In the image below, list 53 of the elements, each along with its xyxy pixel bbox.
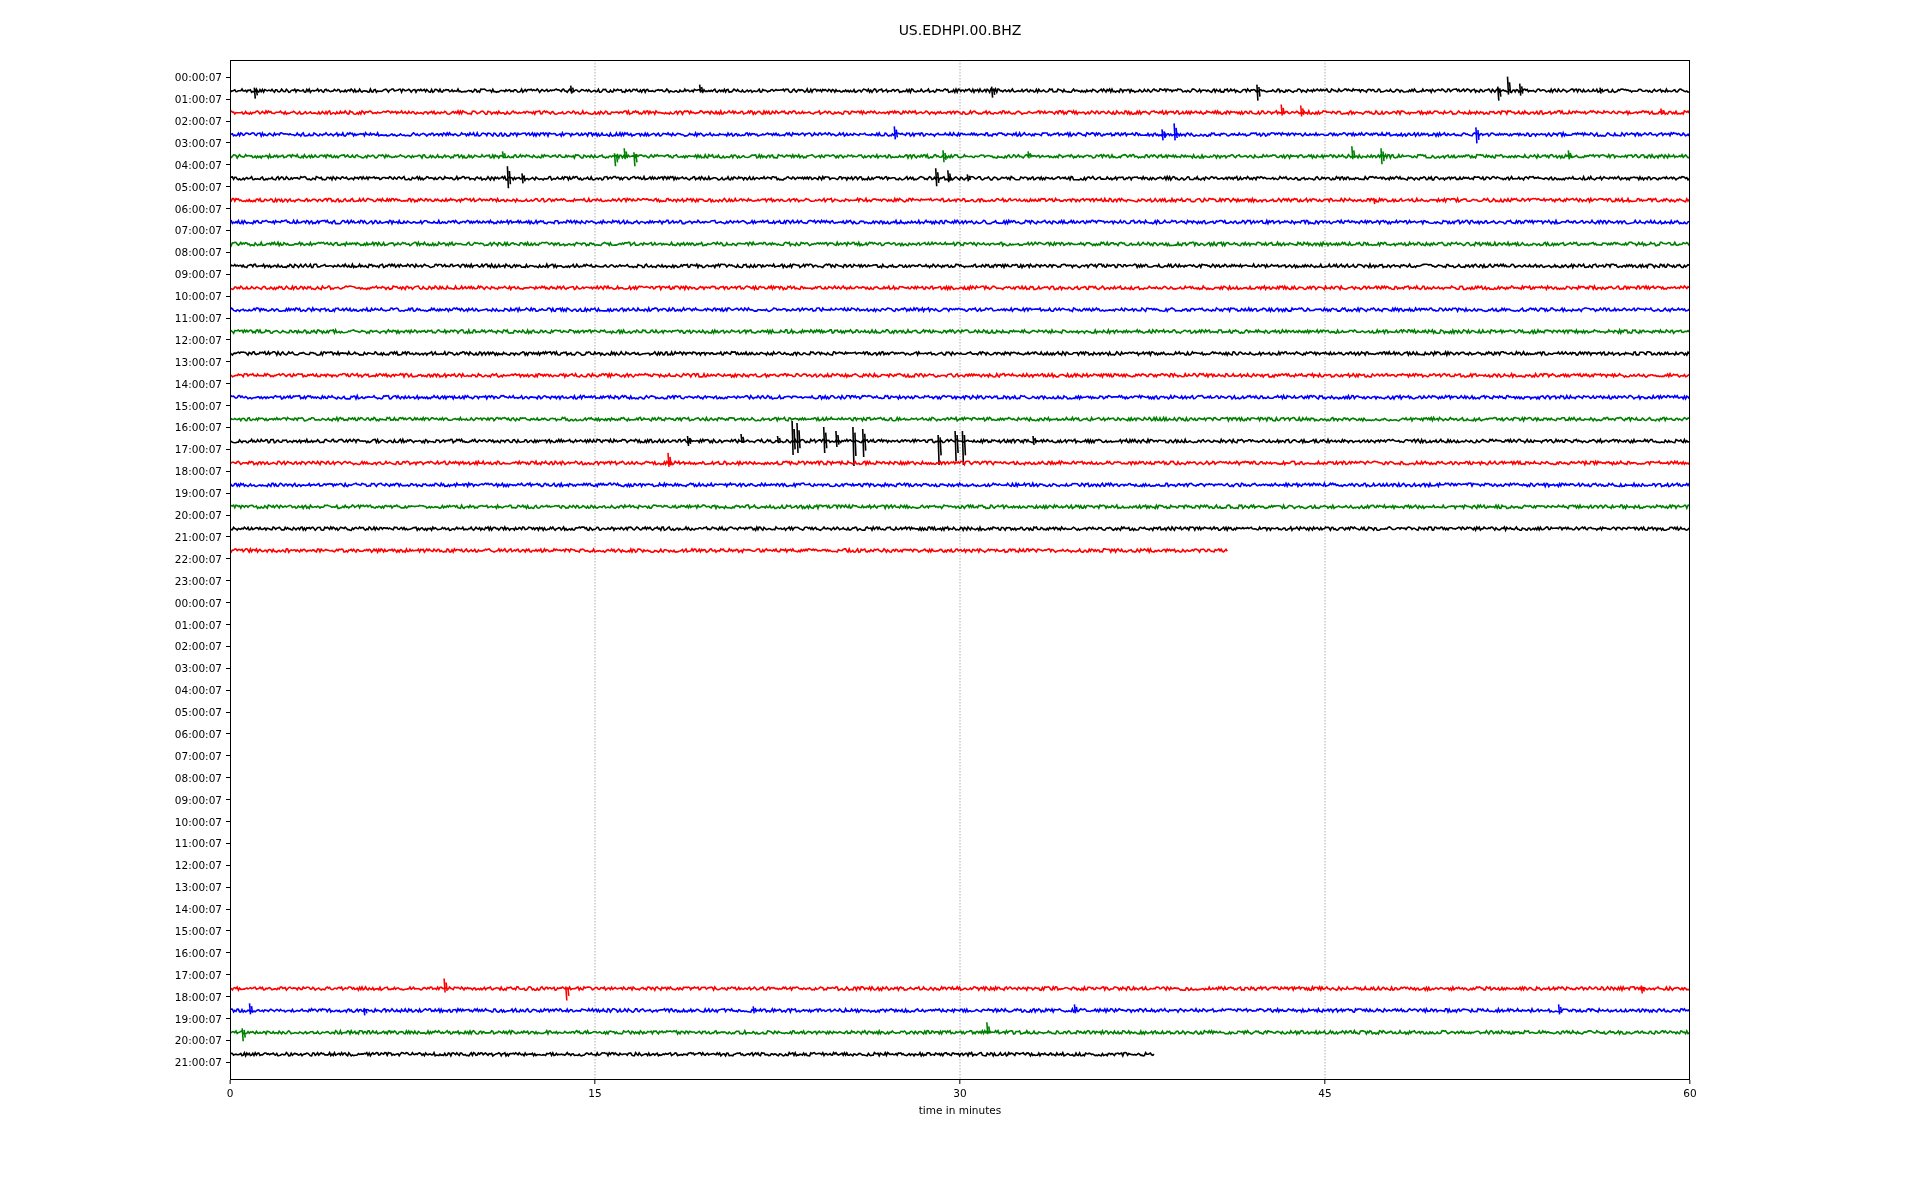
- time-label: 12:00:07: [174, 859, 222, 872]
- time-label: 00:00:07: [174, 71, 222, 84]
- time-label: 06:00:07: [174, 727, 222, 740]
- time-label: 22:00:07: [174, 552, 222, 565]
- time-label: 15:00:07: [174, 924, 222, 937]
- time-label: 04:00:07: [174, 158, 222, 171]
- time-label: 13:00:07: [174, 881, 222, 894]
- time-label: 20:00:07: [174, 509, 222, 522]
- tick-label: 15: [588, 1087, 602, 1099]
- time-label: 05:00:07: [174, 180, 222, 193]
- time-label: 23:00:07: [174, 574, 222, 587]
- time-label: 14:00:07: [174, 377, 222, 390]
- time-label: 16:00:07: [174, 946, 222, 959]
- time-label: 06:00:07: [174, 202, 222, 215]
- time-label: 21:00:07: [174, 530, 222, 543]
- time-label: 14:00:07: [174, 903, 222, 916]
- time-label: 02:00:07: [174, 640, 222, 653]
- tick-label: 60: [1683, 1087, 1697, 1099]
- time-label: 15:00:07: [174, 399, 222, 412]
- time-label: 12:00:07: [174, 333, 222, 346]
- tick-label: 0: [226, 1087, 234, 1099]
- time-label: 07:00:07: [174, 749, 222, 762]
- time-label: 16:00:07: [174, 421, 222, 434]
- time-label: 09:00:07: [174, 268, 222, 281]
- time-label: 11:00:07: [174, 312, 222, 325]
- time-label: 20:00:07: [174, 1034, 222, 1047]
- time-label: 19:00:07: [174, 1012, 222, 1025]
- time-label: 11:00:07: [174, 837, 222, 850]
- time-label: 13:00:07: [174, 355, 222, 368]
- time-label: 08:00:07: [174, 246, 222, 259]
- tick-label: 30: [953, 1087, 967, 1099]
- time-label: 03:00:07: [174, 662, 222, 675]
- time-label: 02:00:07: [174, 115, 222, 127]
- time-label: 04:00:07: [174, 684, 222, 697]
- tick-label: 45: [1318, 1087, 1332, 1099]
- time-label: 10:00:07: [174, 290, 222, 303]
- plot-title: US.EDHPI.00.BHZ: [898, 22, 1022, 38]
- time-label: 01:00:07: [174, 618, 222, 631]
- time-label: 21:00:07: [174, 1056, 222, 1069]
- time-label: 18:00:07: [174, 990, 222, 1003]
- time-label: 09:00:07: [174, 793, 222, 806]
- time-label: 17:00:07: [174, 443, 222, 456]
- time-label: 10:00:07: [174, 815, 222, 828]
- time-label: 05:00:07: [174, 706, 222, 719]
- time-label: 01:00:07: [174, 93, 222, 106]
- axis-label: time in minutes: [918, 1104, 1002, 1116]
- time-label: 03:00:07: [174, 136, 222, 149]
- time-label: 08:00:07: [174, 771, 222, 784]
- time-label: 17:00:07: [174, 968, 222, 981]
- time-label: 00:00:07: [174, 596, 222, 609]
- time-label: 07:00:07: [174, 224, 222, 237]
- time-label: 18:00:07: [174, 465, 222, 478]
- time-label: 19:00:07: [174, 487, 222, 500]
